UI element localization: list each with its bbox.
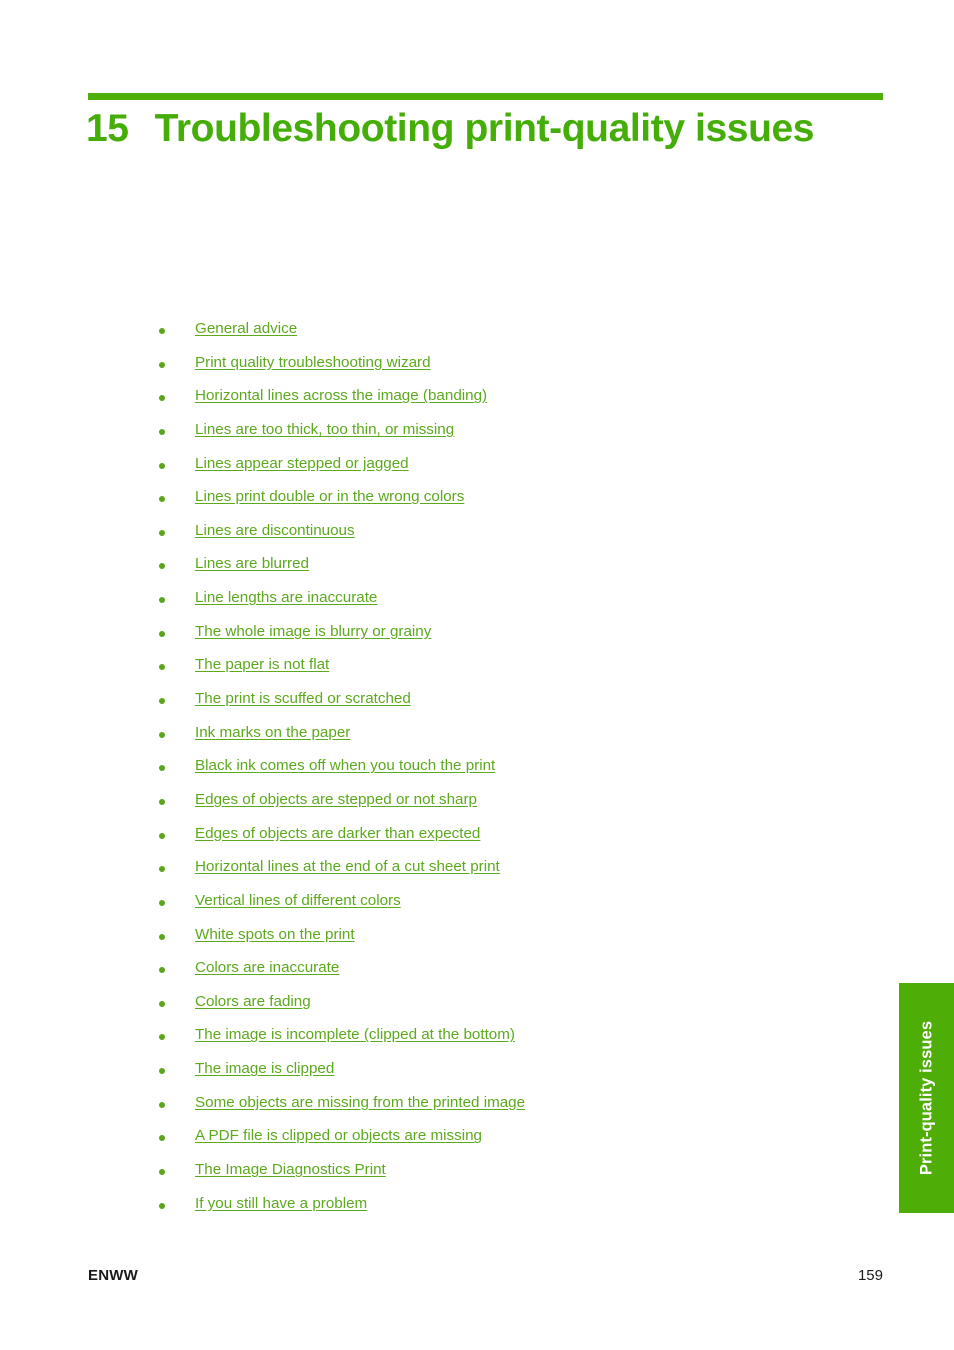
- list-item: If you still have a problem: [0, 1194, 880, 1228]
- bullet-icon: [159, 529, 165, 536]
- list-item: Edges of objects are stepped or not shar…: [0, 790, 880, 824]
- bullet-icon: [159, 630, 165, 637]
- bullet-icon: [159, 899, 165, 906]
- list-item: Lines print double or in the wrong color…: [0, 487, 880, 521]
- list-item: A PDF file is clipped or objects are mis…: [0, 1126, 880, 1160]
- toc-link[interactable]: Edges of objects are stepped or not shar…: [195, 790, 477, 810]
- list-item: The paper is not flat: [0, 655, 880, 689]
- side-tab-label: Print-quality issues: [917, 1020, 935, 1176]
- toc-link[interactable]: If you still have a problem: [195, 1194, 367, 1214]
- toc-link[interactable]: The image is incomplete (clipped at the …: [195, 1025, 515, 1045]
- list-item: Black ink comes off when you touch the p…: [0, 756, 880, 790]
- bullet-icon: [159, 832, 165, 839]
- bullet-icon: [159, 1068, 165, 1075]
- list-item: Lines are discontinuous: [0, 521, 880, 555]
- toc-link[interactable]: White spots on the print: [195, 925, 355, 945]
- list-item: Some objects are missing from the printe…: [0, 1093, 880, 1127]
- bullet-icon: [159, 563, 165, 570]
- bullet-icon: [159, 328, 165, 334]
- list-item: White spots on the print: [0, 925, 880, 959]
- toc-link[interactable]: Some objects are missing from the printe…: [195, 1093, 525, 1113]
- list-item: Colors are inaccurate: [0, 958, 880, 992]
- toc-link[interactable]: Lines are too thick, too thin, or missin…: [195, 420, 454, 440]
- toc-link[interactable]: Horizontal lines across the image (bandi…: [195, 386, 487, 406]
- toc-link[interactable]: Black ink comes off when you touch the p…: [195, 756, 495, 776]
- toc-link[interactable]: General advice: [195, 319, 297, 339]
- toc-link[interactable]: The Image Diagnostics Print: [195, 1160, 386, 1180]
- bullet-icon: [159, 361, 165, 368]
- bullet-icon: [159, 1101, 165, 1108]
- bullet-icon: [159, 933, 165, 940]
- toc-link[interactable]: Lines are discontinuous: [195, 521, 355, 541]
- bullet-icon: [159, 1000, 165, 1007]
- bullet-icon: [159, 698, 165, 705]
- list-item: Vertical lines of different colors: [0, 891, 880, 925]
- list-item: Edges of objects are darker than expecte…: [0, 824, 880, 858]
- toc-link[interactable]: Lines are blurred: [195, 554, 309, 574]
- toc-link[interactable]: Colors are inaccurate: [195, 958, 339, 978]
- list-item: The print is scuffed or scratched: [0, 689, 880, 723]
- list-item: Colors are fading: [0, 992, 880, 1026]
- list-item: The image is clipped: [0, 1059, 880, 1093]
- bullet-icon: [159, 462, 165, 469]
- list-item: Horizontal lines across the image (bandi…: [0, 386, 880, 420]
- list-item: Print quality troubleshooting wizard: [0, 353, 880, 387]
- toc-link[interactable]: The image is clipped: [195, 1059, 334, 1079]
- bullet-icon: [159, 428, 165, 435]
- page-number: 159: [857, 1267, 883, 1284]
- list-item: Horizontal lines at the end of a cut she…: [0, 857, 880, 891]
- bullet-icon: [159, 731, 165, 738]
- toc-link[interactable]: Edges of objects are darker than expecte…: [195, 824, 480, 844]
- toc-link[interactable]: A PDF file is clipped or objects are mis…: [195, 1126, 482, 1146]
- chapter-title-text: Troubleshooting print-quality issues: [154, 107, 815, 150]
- toc-link[interactable]: The whole image is blurry or grainy: [195, 622, 431, 642]
- chapter-rule: [88, 93, 883, 100]
- list-item: Lines are blurred: [0, 554, 880, 588]
- list-item: Lines are too thick, too thin, or missin…: [0, 420, 880, 454]
- bullet-icon: [159, 1169, 165, 1176]
- chapter-contents-list: General advice Print quality troubleshoot…: [0, 319, 880, 1227]
- bullet-icon: [159, 1135, 165, 1142]
- toc-link[interactable]: Print quality troubleshooting wizard: [195, 353, 431, 373]
- toc-link[interactable]: Horizontal lines at the end of a cut she…: [195, 857, 500, 877]
- list-item: The image is incomplete (clipped at the …: [0, 1025, 880, 1059]
- list-item: The whole image is blurry or grainy: [0, 622, 880, 656]
- side-thumb-tab: Print-quality issues: [899, 983, 954, 1213]
- toc-link[interactable]: Ink marks on the paper: [195, 723, 350, 743]
- list-item: The Image Diagnostics Print: [0, 1160, 880, 1194]
- bullet-icon: [159, 1202, 165, 1209]
- toc-link[interactable]: The print is scuffed or scratched: [195, 689, 411, 709]
- bullet-icon: [159, 967, 165, 974]
- page-title: 15 Troubleshooting print-quality issues: [86, 105, 896, 153]
- bullet-icon: [159, 1034, 165, 1041]
- list-item: General advice: [0, 319, 880, 353]
- bullet-icon: [159, 664, 165, 671]
- bullet-icon: [159, 765, 165, 772]
- list-item: Line lengths are inaccurate: [0, 588, 880, 622]
- toc-link[interactable]: Line lengths are inaccurate: [195, 588, 377, 608]
- list-item: Lines appear stepped or jagged: [0, 454, 880, 488]
- bullet-icon: [159, 496, 165, 503]
- toc-link[interactable]: Lines print double or in the wrong color…: [195, 487, 464, 507]
- bullet-icon: [159, 597, 165, 604]
- bullet-icon: [159, 395, 165, 402]
- chapter-number: 15: [86, 107, 129, 150]
- bullet-icon: [159, 866, 165, 873]
- page-footer: ENWW 159: [0, 1267, 954, 1291]
- list-item: Ink marks on the paper: [0, 723, 880, 757]
- toc-link[interactable]: Lines appear stepped or jagged: [195, 454, 409, 474]
- toc-link[interactable]: The paper is not flat: [195, 655, 329, 675]
- toc-link[interactable]: Colors are fading: [195, 992, 311, 1012]
- toc-link[interactable]: Vertical lines of different colors: [195, 891, 401, 911]
- bullet-icon: [159, 798, 165, 805]
